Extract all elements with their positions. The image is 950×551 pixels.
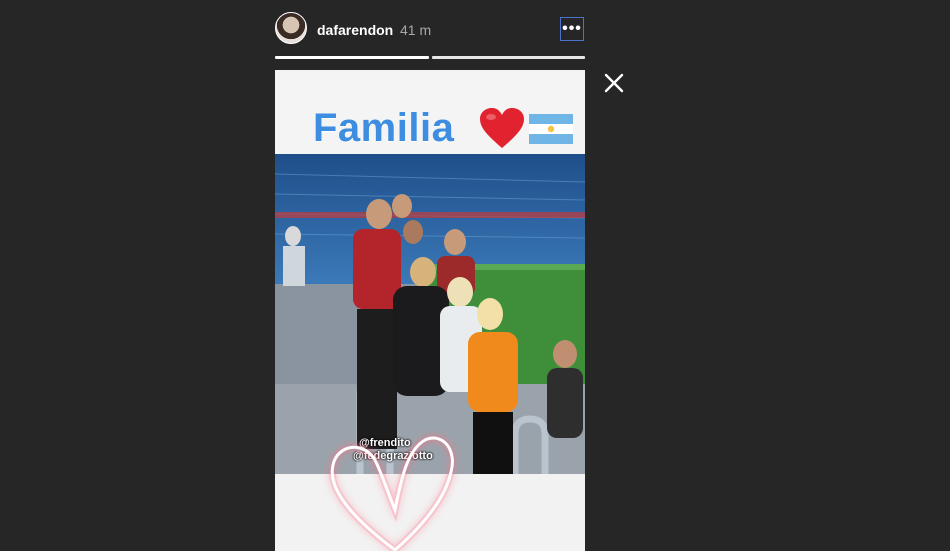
close-icon[interactable] <box>603 72 625 94</box>
more-options-icon: ••• <box>562 20 582 37</box>
neon-heart-icon <box>328 434 456 551</box>
progress-segment <box>432 56 585 59</box>
story-progress <box>275 56 585 59</box>
argentina-flag-icon <box>529 114 573 144</box>
story-title: Familia <box>313 106 455 150</box>
timestamp: 41 m <box>400 22 432 38</box>
story-header: dafarendon 41 m ••• <box>275 12 585 48</box>
story-frame[interactable]: Familia @frendito @fedegraziotto <box>275 70 585 551</box>
red-heart-icon <box>480 108 524 148</box>
more-options-button[interactable]: ••• <box>560 17 584 41</box>
progress-segment <box>275 56 429 59</box>
avatar[interactable] <box>275 12 307 44</box>
username-link[interactable]: dafarendon <box>317 22 393 38</box>
